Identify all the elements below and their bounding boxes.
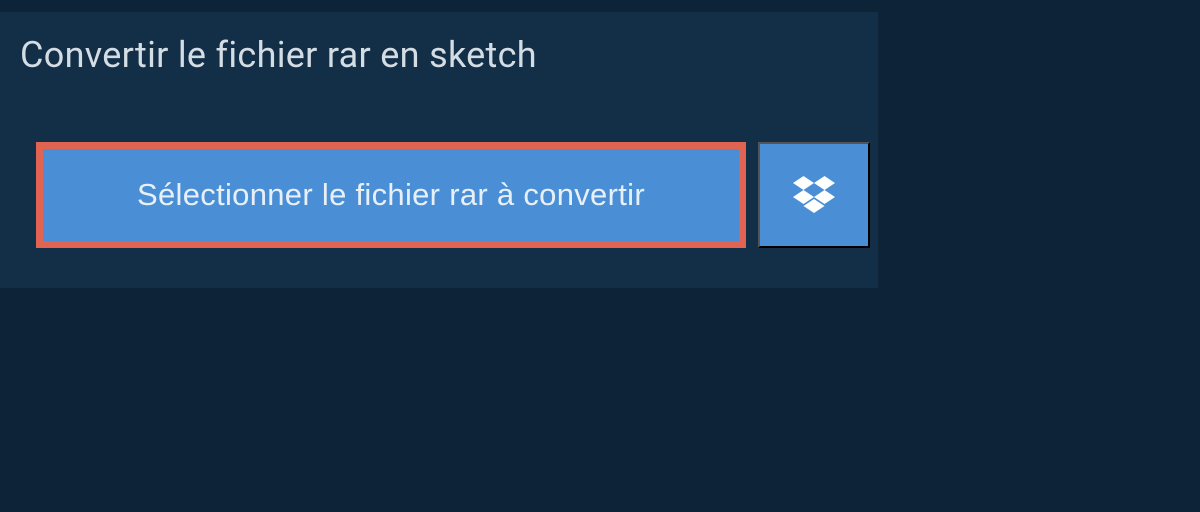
converter-panel: Convertir le fichier rar en sketch Sélec… [0, 12, 878, 288]
select-file-button[interactable]: Sélectionner le fichier rar à convertir [36, 142, 746, 248]
button-row: Sélectionner le fichier rar à convertir [0, 98, 878, 248]
dropbox-icon [793, 176, 835, 214]
header: Convertir le fichier rar en sketch [0, 12, 660, 98]
page-title: Convertir le fichier rar en sketch [20, 34, 640, 76]
dropbox-button[interactable] [758, 142, 870, 248]
